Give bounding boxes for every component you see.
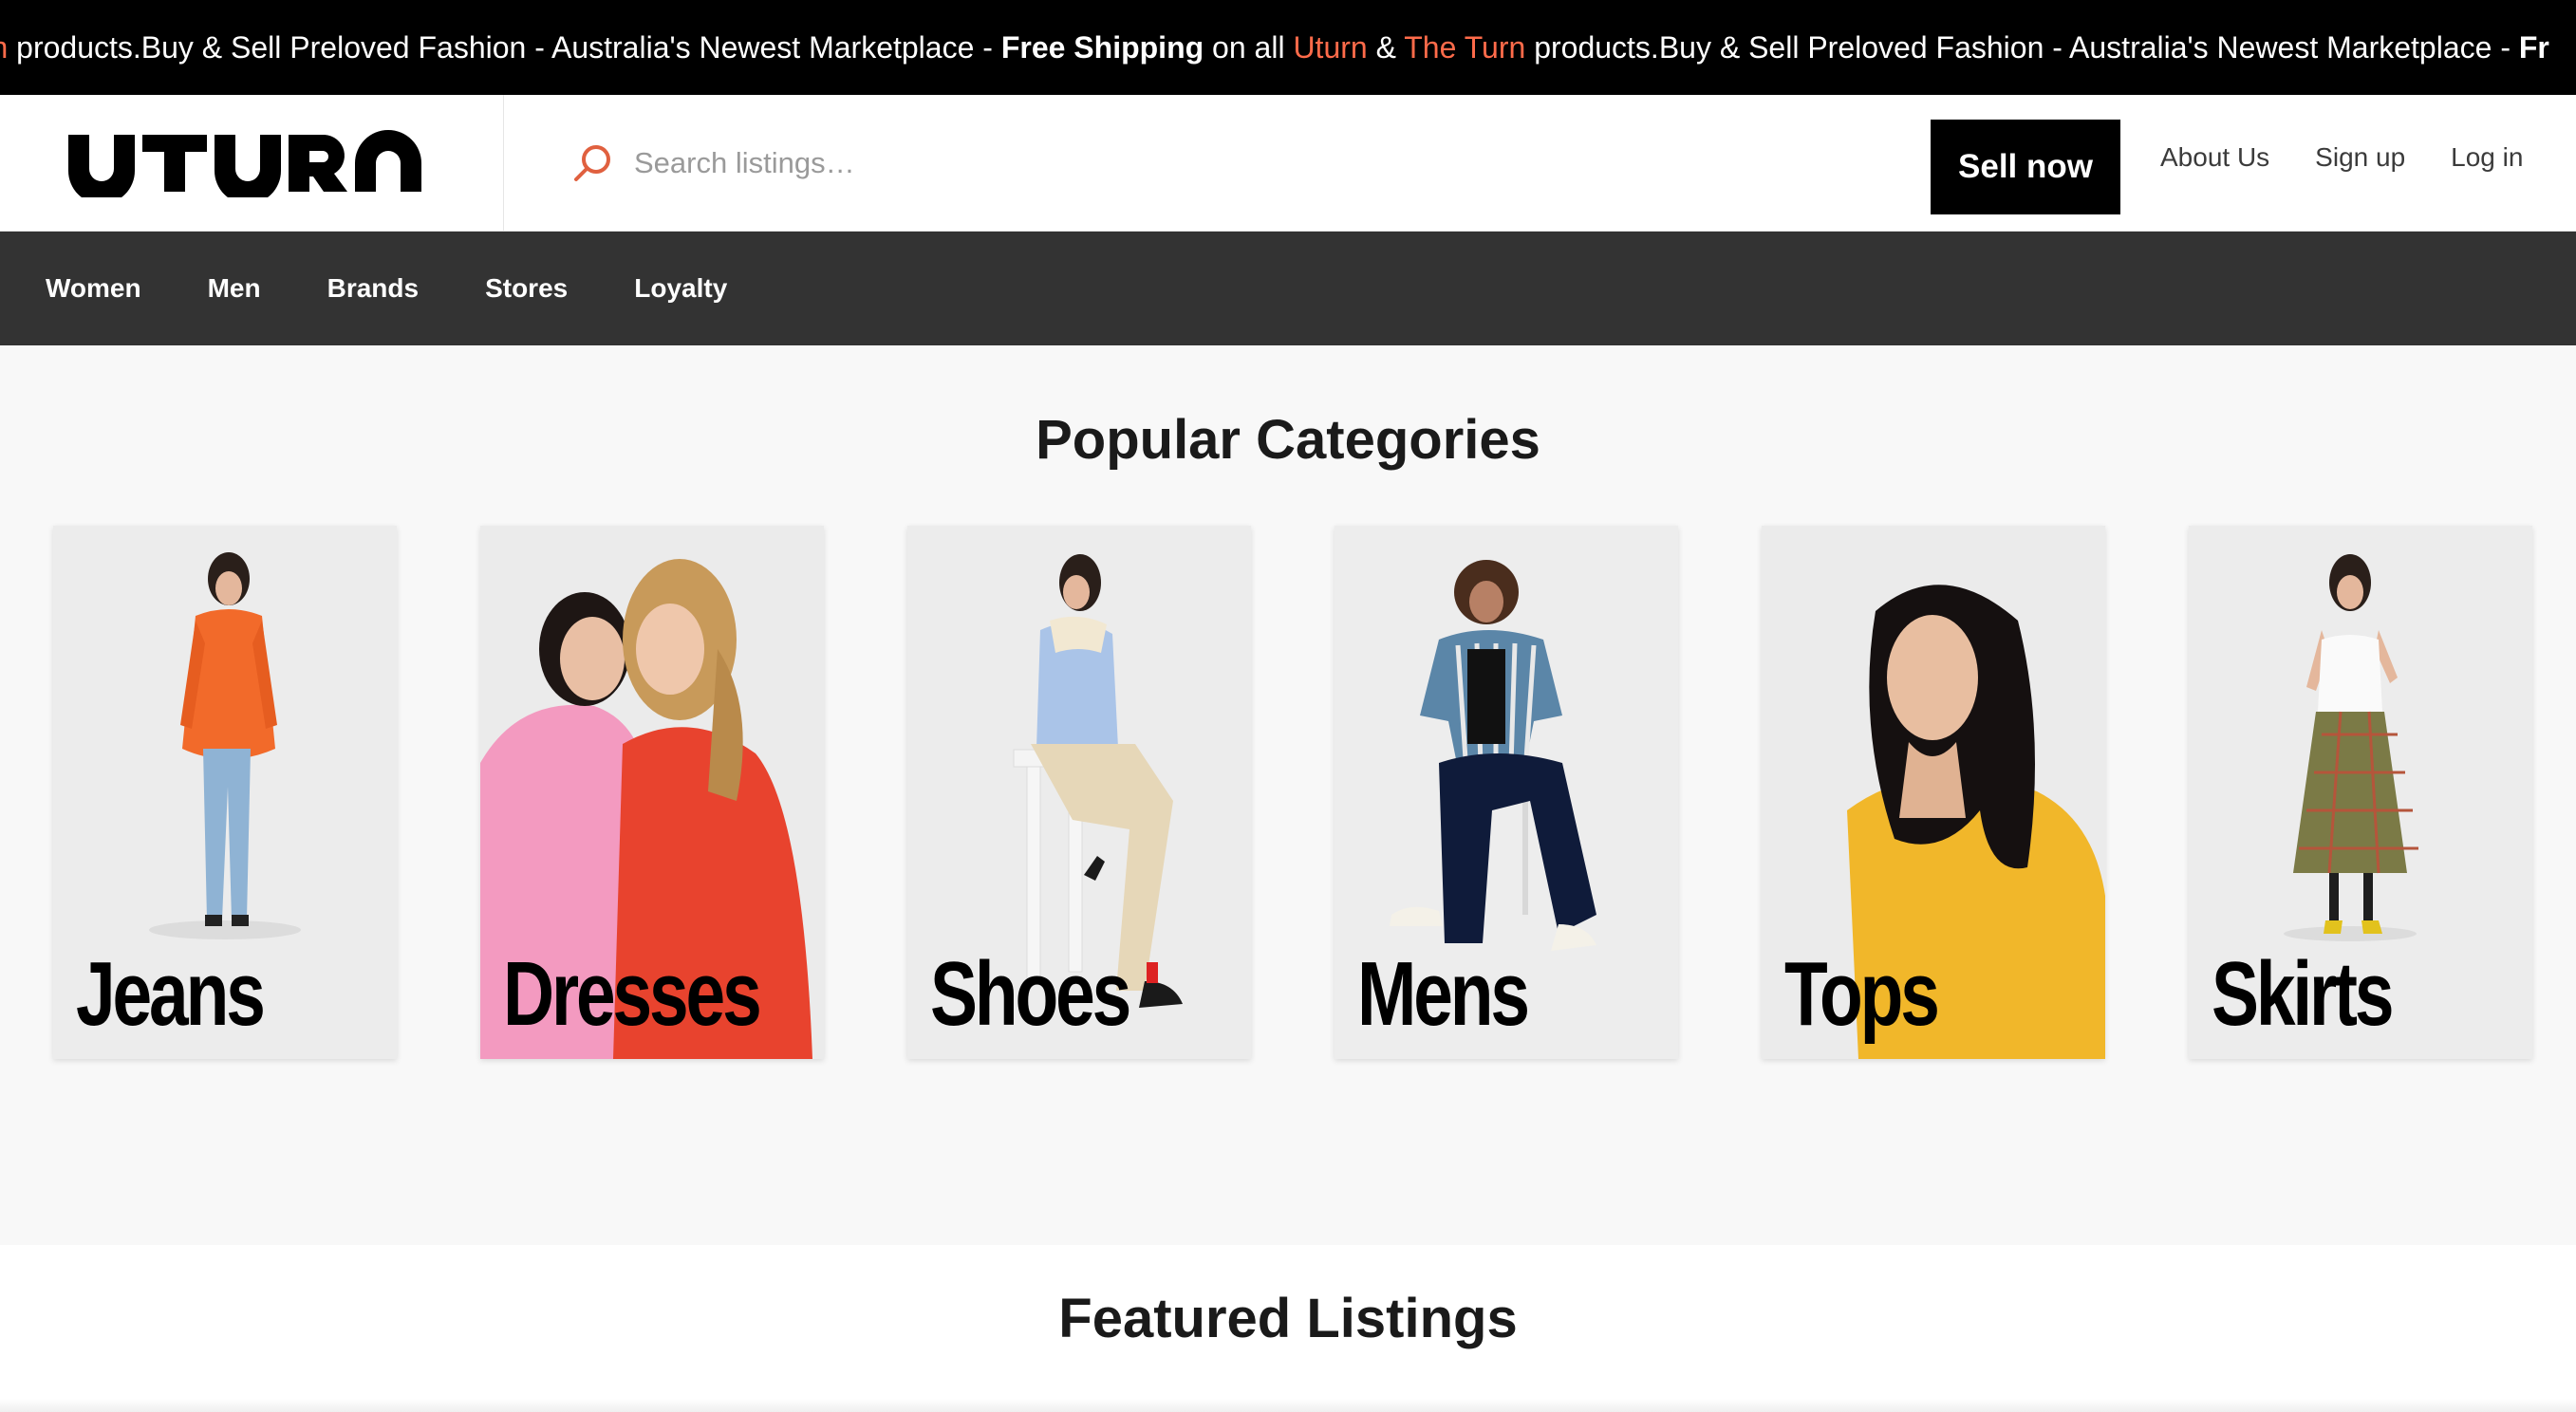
- category-label: Jeans: [76, 943, 266, 1045]
- marquee-segment: Uturn: [1293, 30, 1368, 65]
- marquee-text: urn products.Buy & Sell Preloved Fashion…: [0, 26, 2549, 69]
- log-in-link[interactable]: Log in: [2451, 142, 2523, 173]
- category-card-dresses[interactable]: Dresses: [480, 526, 824, 1059]
- marquee-segment: &: [1367, 30, 1405, 65]
- logo-cell: [0, 95, 504, 232]
- category-card-jeans[interactable]: Jeans: [53, 526, 397, 1059]
- nav-item-men[interactable]: Men: [208, 273, 261, 304]
- category-card-skirts[interactable]: Skirts: [2189, 526, 2532, 1059]
- category-label: Tops: [1784, 943, 1940, 1045]
- account-links: About Us Sign up Log in: [2160, 142, 2523, 173]
- category-label: Shoes: [930, 943, 1131, 1045]
- search-icon[interactable]: [571, 142, 613, 184]
- popular-categories-section: Popular Categories Jeans Dresses Shoes M…: [0, 345, 2576, 1245]
- nav-item-women[interactable]: Women: [46, 273, 141, 304]
- site-header: Sell now About Us Sign up Log in: [0, 95, 2576, 232]
- nav-item-stores[interactable]: Stores: [485, 273, 568, 304]
- announcement-marquee: urn products.Buy & Sell Preloved Fashion…: [0, 0, 2576, 95]
- marquee-segment: products.Buy & Sell Preloved Fashion - A…: [8, 30, 1001, 65]
- featured-divider: [0, 1399, 2576, 1412]
- search-input[interactable]: [634, 146, 1488, 180]
- marquee-segment: The Turn: [1404, 30, 1526, 65]
- marquee-segment: Free Shipping: [1000, 30, 1204, 65]
- uturn-logo[interactable]: [68, 129, 433, 197]
- nav-item-loyalty[interactable]: Loyalty: [634, 273, 727, 304]
- section-title-popular: Popular Categories: [1036, 409, 1540, 471]
- category-label: Mens: [1357, 943, 1530, 1045]
- about-us-link[interactable]: About Us: [2160, 142, 2269, 173]
- marquee-segment: on all: [1204, 30, 1294, 65]
- section-title-featured: Featured Listings: [1058, 1288, 1518, 1349]
- category-nav: Women Men Brands Stores Loyalty: [0, 232, 2576, 345]
- marquee-segment: Fr: [2518, 30, 2549, 65]
- featured-listings-section: Featured Listings: [0, 1245, 2576, 1412]
- marquee-segment: products.Buy & Sell Preloved Fashion - A…: [1525, 30, 2519, 65]
- category-cards: Jeans Dresses Shoes Mens Tops Skirts: [53, 526, 2540, 1059]
- nav-item-brands[interactable]: Brands: [327, 273, 419, 304]
- category-card-tops[interactable]: Tops: [1762, 526, 2105, 1059]
- sell-now-button[interactable]: Sell now: [1931, 120, 2120, 214]
- category-card-shoes[interactable]: Shoes: [907, 526, 1251, 1059]
- category-card-mens[interactable]: Mens: [1335, 526, 1678, 1059]
- category-label: Skirts: [2212, 943, 2395, 1045]
- category-label: Dresses: [503, 943, 762, 1045]
- sign-up-link[interactable]: Sign up: [2315, 142, 2405, 173]
- marquee-segment: urn: [0, 30, 8, 65]
- search-bar[interactable]: [571, 139, 1805, 188]
